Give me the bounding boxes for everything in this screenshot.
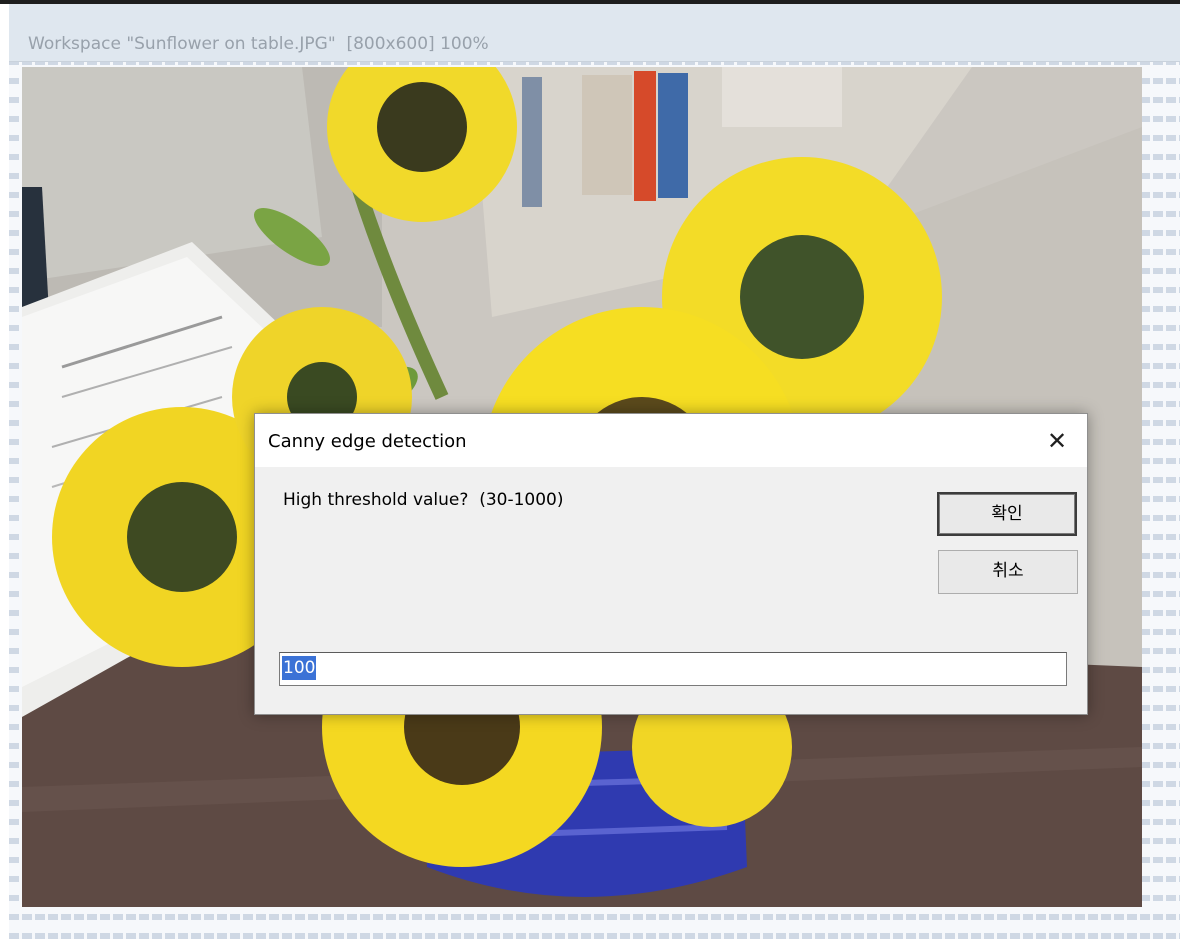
dialog-titlebar[interactable]: Canny edge detection ✕ [255, 414, 1087, 467]
app-window: Workspace "Sunflower on table.JPG" [800x… [0, 0, 1180, 939]
canny-dialog: Canny edge detection ✕ High threshold va… [254, 413, 1088, 715]
ok-button[interactable]: 확인 [937, 492, 1077, 536]
threshold-input[interactable]: 100 [279, 652, 1067, 686]
workspace-title: Workspace "Sunflower on table.JPG" [800x… [28, 34, 489, 54]
threshold-input-value: 100 [282, 656, 317, 680]
threshold-prompt: High threshold value? (30-1000) [283, 490, 564, 510]
workspace-titlebar[interactable]: Workspace "Sunflower on table.JPG" [800x… [9, 4, 1180, 62]
cancel-button[interactable]: 취소 [938, 550, 1078, 594]
dialog-title: Canny edge detection [268, 431, 467, 452]
window-left-edge [0, 4, 9, 939]
close-icon[interactable]: ✕ [1037, 422, 1077, 460]
